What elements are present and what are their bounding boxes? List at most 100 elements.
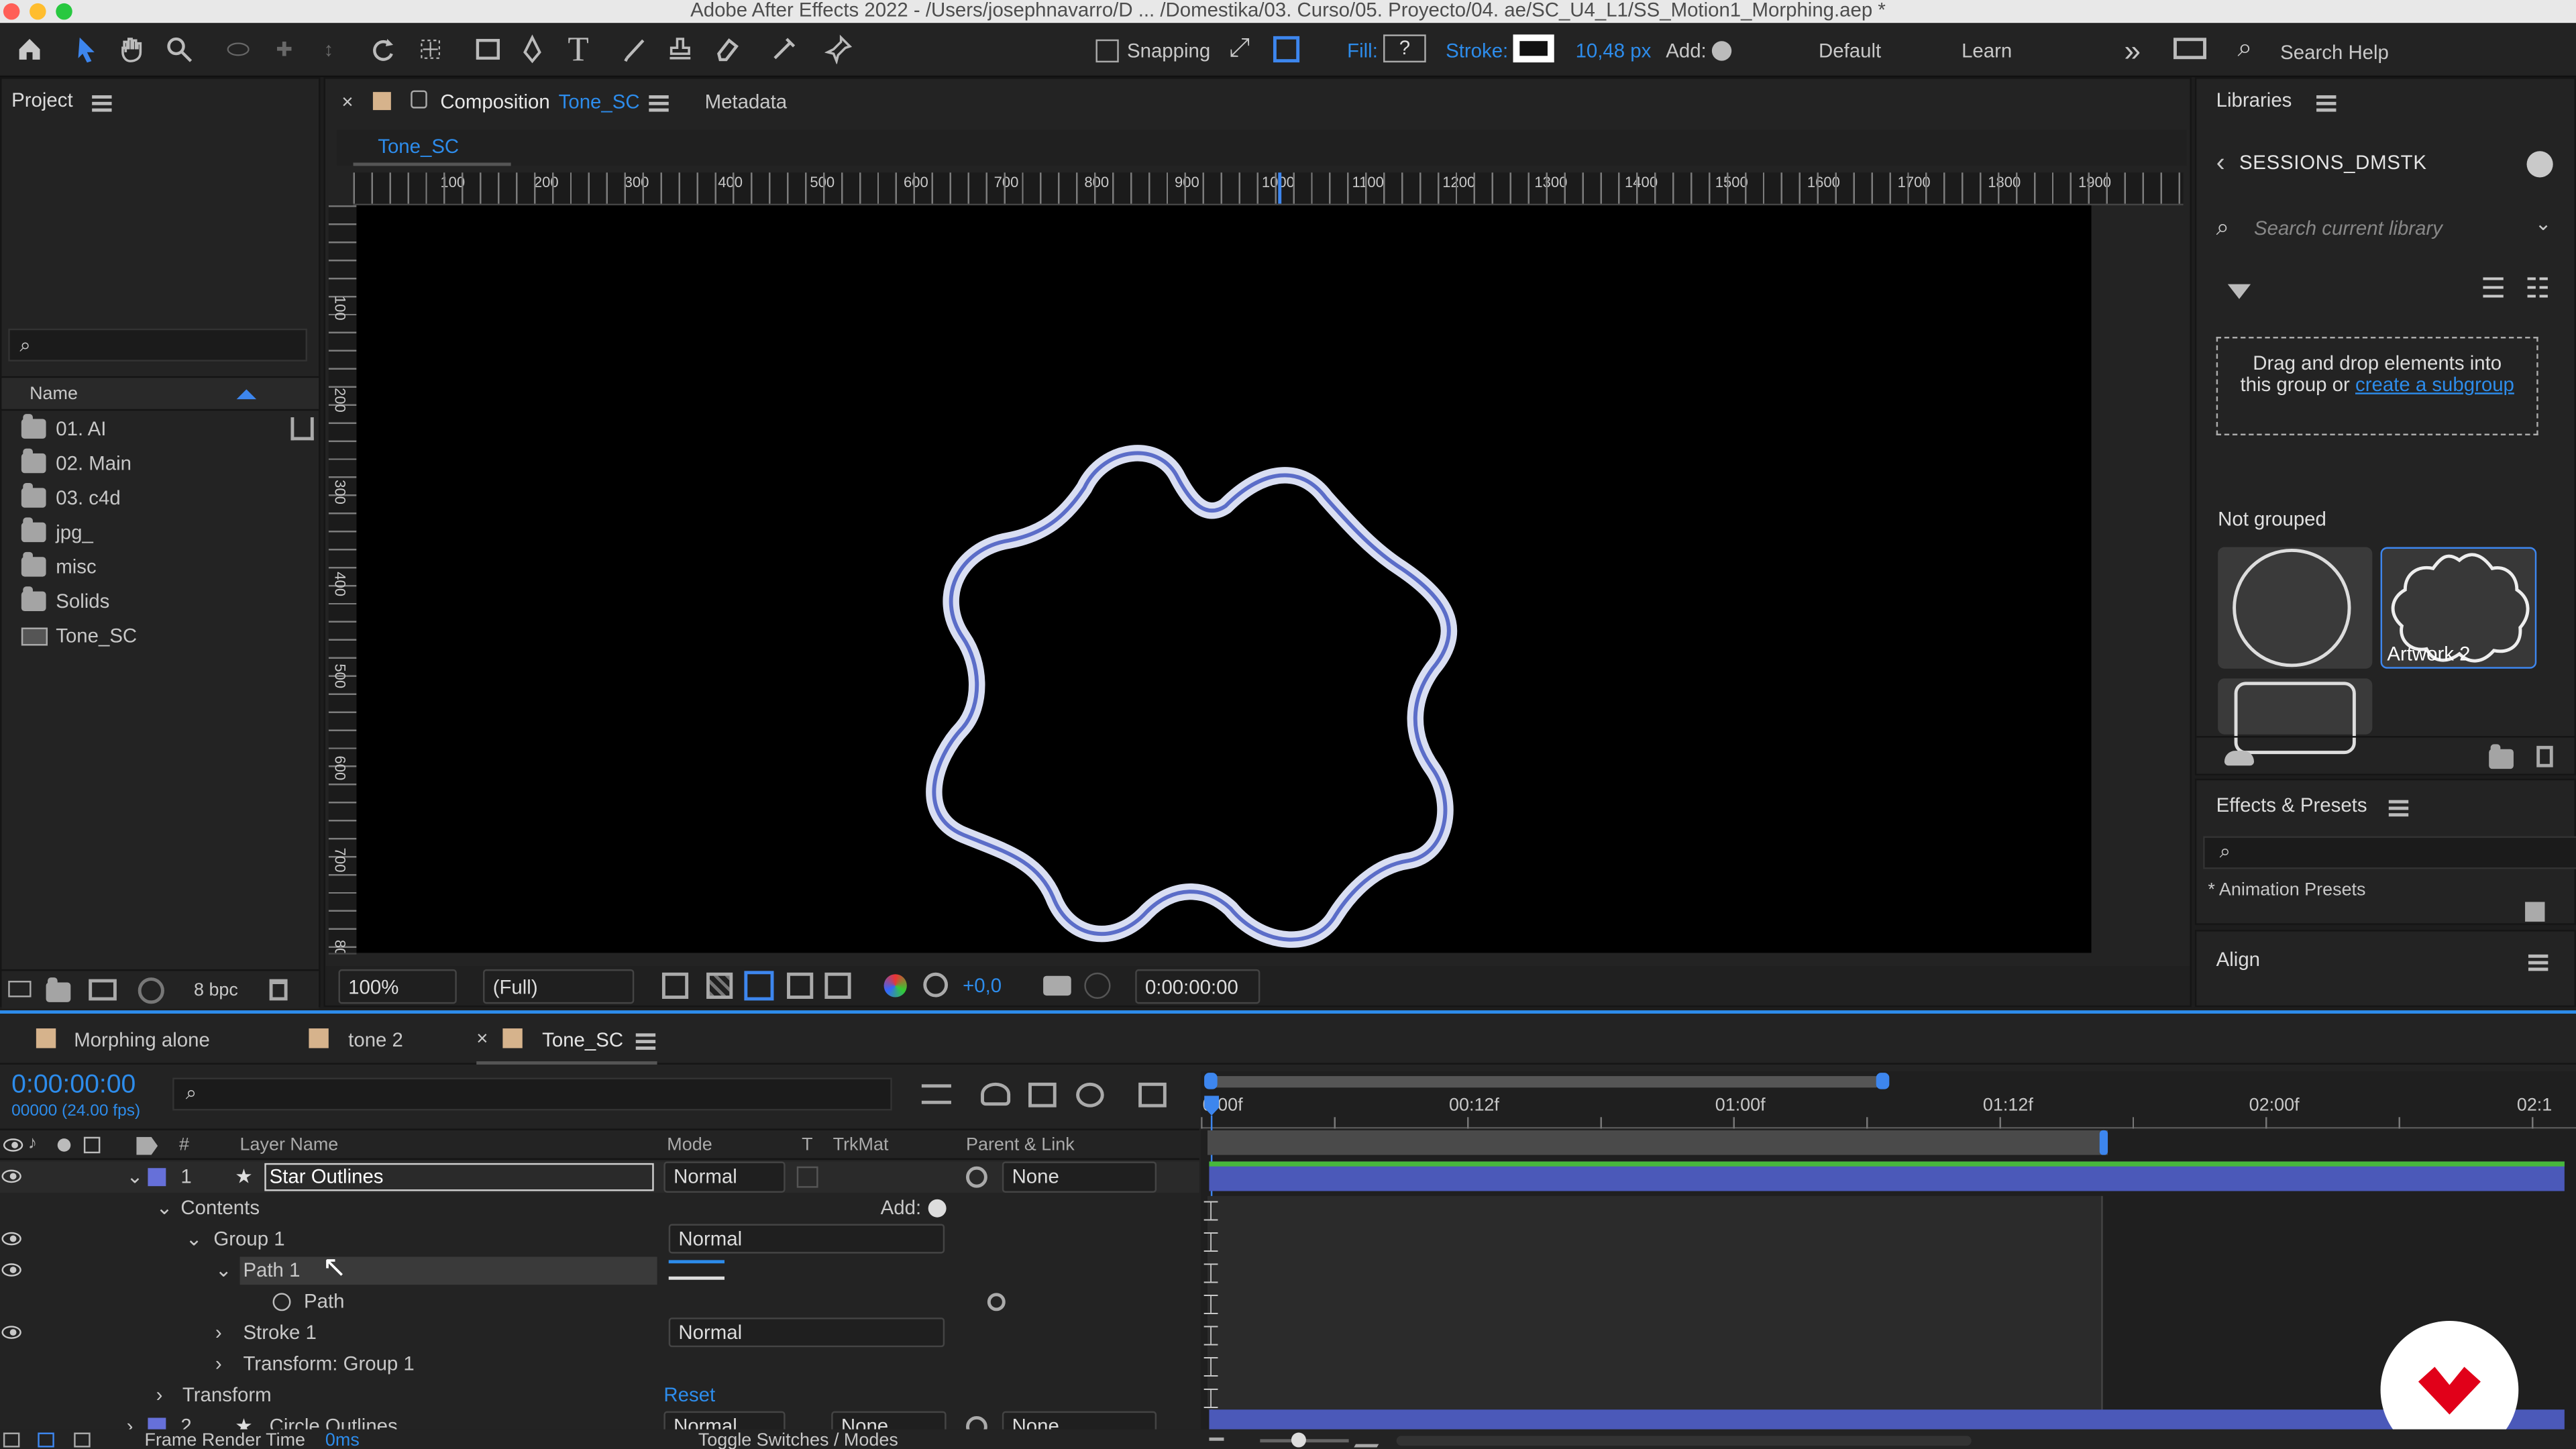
close-comp-tab-icon[interactable]: × (341, 91, 353, 113)
interpret-footage-icon[interactable] (8, 981, 32, 998)
group-1-chevron-icon[interactable]: ⌄ (186, 1224, 203, 1255)
transparency-grid-icon[interactable] (706, 972, 733, 999)
layer-parent-dropdown[interactable]: None (1002, 1161, 1157, 1193)
group-1-mode-dropdown[interactable]: Normal (668, 1224, 945, 1254)
stroke-1-row[interactable]: › Stroke 1 Normal (0, 1318, 1199, 1349)
dependency-icon[interactable] (290, 417, 314, 441)
composition-tab-prefix[interactable]: Composition (440, 91, 549, 113)
roto-brush-icon[interactable] (762, 28, 805, 71)
preserve-transparency-box[interactable] (796, 1166, 818, 1188)
viewer-tab[interactable]: Tone_SC (378, 135, 459, 158)
home-icon[interactable] (8, 28, 51, 71)
pen-tool-icon[interactable] (511, 28, 554, 71)
layer-name-column-header[interactable]: Layer Name (240, 1135, 339, 1155)
layer-name-input[interactable]: Star Outlines (264, 1163, 654, 1191)
sort-ascending-icon[interactable] (236, 389, 257, 400)
stroke-label[interactable]: Stroke: (1446, 40, 1508, 62)
close-tone-sc-tab-icon[interactable]: × (476, 1027, 488, 1050)
layer-label-color[interactable] (148, 1168, 166, 1187)
project-settings-icon[interactable] (138, 977, 164, 1004)
snap-edge-icon[interactable]: ⤢ (1229, 34, 1250, 64)
parent-pick-whip-icon[interactable] (966, 1166, 987, 1188)
current-time-display[interactable]: 0:00:00:00 (1135, 969, 1260, 1004)
transform-group-chevron-icon[interactable]: › (215, 1349, 222, 1381)
new-composition-icon[interactable] (89, 979, 117, 1001)
stroke-1-chevron-icon[interactable]: › (215, 1318, 222, 1349)
snapping-checkbox[interactable] (1095, 39, 1119, 63)
zoom-dropdown[interactable]: 100% (338, 969, 457, 1004)
project-item-folder[interactable]: 01. AI (21, 413, 317, 447)
timeline-menu-icon[interactable] (635, 1033, 656, 1050)
project-item-folder[interactable]: Solids (21, 585, 317, 619)
contents-add-icon[interactable] (928, 1199, 947, 1218)
delete-project-item-icon[interactable] (269, 979, 288, 1001)
library-user-icon[interactable] (2526, 151, 2553, 178)
back-chevron-icon[interactable]: ‹ (2216, 150, 2225, 179)
mode-column-header[interactable]: Mode (667, 1135, 712, 1155)
snap-feature-icon[interactable] (1273, 36, 1300, 63)
parent-link-column-header[interactable]: Parent & Link (966, 1135, 1075, 1155)
morphing-star-shape[interactable] (356, 205, 2091, 953)
toggle-switches-modes[interactable]: Toggle Switches / Modes (698, 1431, 898, 1449)
work-area-end-handle[interactable] (1876, 1073, 1890, 1089)
search-help-icon[interactable]: ⌕ (2238, 34, 2253, 64)
composition-viewer[interactable] (356, 205, 2092, 953)
project-item-composition[interactable]: Tone_SC (21, 619, 317, 653)
resolution-dropdown[interactable]: (Full) (483, 969, 635, 1004)
stroke-swatch[interactable] (1513, 34, 1554, 63)
exposure-value[interactable]: +0,0 (963, 974, 1002, 997)
eraser-tool-icon[interactable] (705, 28, 748, 71)
lock-column-icon[interactable] (83, 1136, 101, 1154)
selection-tool-icon[interactable] (66, 28, 109, 71)
path-1-chevron-icon[interactable]: ⌄ (215, 1255, 232, 1287)
workspace-switch-icon[interactable] (2174, 38, 2206, 60)
new-folder-icon[interactable] (46, 977, 71, 1002)
brush-tool-icon[interactable] (614, 28, 657, 71)
align-menu-icon[interactable] (2528, 954, 2548, 971)
zoom-out-icon[interactable] (1209, 1437, 1224, 1441)
stopwatch-icon[interactable] (272, 1293, 291, 1311)
metadata-tab[interactable]: Metadata (705, 91, 788, 113)
layer-mode-dropdown[interactable]: Normal (663, 1161, 786, 1193)
timeline-footer-transfer-icon[interactable] (38, 1432, 54, 1448)
zoom-tool-icon[interactable] (158, 28, 201, 71)
animation-presets-item[interactable]: * Animation Presets (2208, 881, 2365, 900)
create-subgroup-link[interactable]: create a subgroup (2355, 373, 2514, 396)
contents-row[interactable]: ⌄ Contents Add: (0, 1193, 1199, 1224)
transform-row[interactable]: › Transform Reset (0, 1380, 1199, 1411)
library-search-dropdown-icon[interactable]: ⌄ (2535, 212, 2552, 235)
composition-menu-icon[interactable] (649, 95, 669, 112)
drop-zone[interactable]: Drag and drop elements into this group o… (2216, 337, 2538, 435)
anchor-point-tool-icon[interactable] (409, 28, 452, 71)
stroke-size[interactable]: 10,48 px (1576, 40, 1652, 62)
timeline-tab-tone-2[interactable]: tone 2 (348, 1028, 403, 1051)
camera-dolly-icon[interactable]: ↕ (307, 28, 350, 71)
stamp-tool-icon[interactable] (659, 28, 702, 71)
layer-expand-chevron-icon[interactable]: ⌄ (127, 1161, 144, 1193)
group-visibility-eye-icon[interactable] (1, 1232, 21, 1246)
library-asset-circle[interactable] (2218, 547, 2373, 669)
layer-row-star-outlines[interactable]: ⌄ 1 ★ Star Outlines Normal None (0, 1161, 1199, 1193)
group-1-row[interactable]: ⌄ Group 1 Normal (0, 1224, 1199, 1255)
bit-depth[interactable]: 8 bpc (194, 981, 238, 1000)
reset-exposure-icon[interactable] (923, 972, 949, 998)
frame-blending-icon[interactable] (1076, 1082, 1104, 1108)
project-menu-icon[interactable] (92, 95, 112, 112)
library-name[interactable]: SESSIONS_DMSTK (2239, 151, 2427, 174)
contents-chevron-icon[interactable]: ⌄ (156, 1193, 173, 1224)
hide-shy-layers-icon[interactable] (1028, 1082, 1057, 1108)
fill-swatch[interactable]: ? (1383, 34, 1426, 63)
motion-blur-icon[interactable] (1138, 1082, 1167, 1108)
library-new-folder-icon[interactable] (2489, 744, 2514, 769)
guides-icon[interactable] (824, 972, 851, 999)
timeline-current-time[interactable]: 0:00:00:00 (11, 1071, 136, 1101)
snapshot-camera-icon[interactable] (1043, 975, 1071, 996)
project-search-input[interactable]: ⌕ (8, 328, 307, 362)
timeline-track-area[interactable]: 0:00f 00:12f 01:00f 01:12f 02:00f 02:1 ⌶… (1201, 1071, 2576, 1449)
zoom-in-icon[interactable] (1354, 1431, 1387, 1448)
region-of-interest-icon[interactable] (787, 972, 814, 999)
rotate-tool-icon[interactable] (362, 28, 405, 71)
path-property-row[interactable]: Path (0, 1287, 1199, 1318)
rectangle-tool-icon[interactable] (467, 28, 510, 71)
work-area-start-handle[interactable] (1204, 1073, 1218, 1089)
